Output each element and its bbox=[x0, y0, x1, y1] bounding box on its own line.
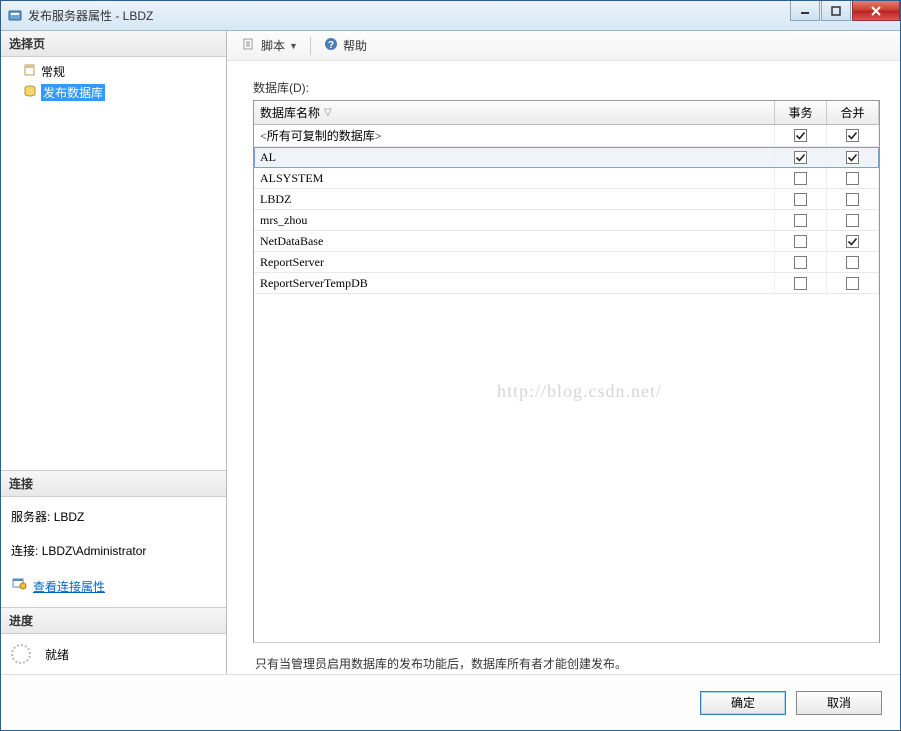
cell-merge-checkbox[interactable] bbox=[827, 231, 879, 251]
table-row[interactable]: LBDZ bbox=[254, 189, 879, 210]
databases-label: 数据库(D): bbox=[253, 79, 880, 96]
connection-value: LBDZ\Administrator bbox=[42, 544, 147, 558]
cell-name: NetDataBase bbox=[254, 231, 775, 251]
window-title: 发布服务器属性 - LBDZ bbox=[28, 7, 789, 24]
close-button[interactable] bbox=[852, 1, 900, 21]
help-button[interactable]: ? 帮助 bbox=[319, 34, 371, 57]
connection-header: 连接 bbox=[1, 471, 226, 497]
view-connection-row[interactable]: 查看连接属性 bbox=[11, 575, 216, 599]
cell-merge-checkbox[interactable] bbox=[827, 210, 879, 230]
cell-merge-checkbox[interactable] bbox=[827, 252, 879, 272]
table-row[interactable]: mrs_zhou bbox=[254, 210, 879, 231]
cell-merge-checkbox[interactable] bbox=[827, 147, 879, 167]
cell-name: AL bbox=[254, 147, 775, 167]
cell-trans-checkbox[interactable] bbox=[775, 125, 827, 146]
dialog-footer: 确定 取消 bbox=[1, 674, 900, 730]
help-label: 帮助 bbox=[343, 37, 367, 54]
cancel-button[interactable]: 取消 bbox=[796, 691, 882, 715]
grid-header: 数据库名称 ▽ 事务 合并 bbox=[254, 101, 879, 125]
page-icon bbox=[23, 63, 37, 80]
ok-button[interactable]: 确定 bbox=[700, 691, 786, 715]
cell-merge-checkbox[interactable] bbox=[827, 168, 879, 188]
page-icon bbox=[23, 84, 37, 101]
grid-body: <所有可复制的数据库>ALALSYSTEMLBDZmrs_zhouNetData… bbox=[254, 125, 879, 294]
page-tree-label: 常规 bbox=[41, 63, 65, 80]
page-tree: 常规发布数据库 bbox=[1, 57, 226, 107]
view-connection-link[interactable]: 查看连接属性 bbox=[33, 575, 105, 599]
databases-grid[interactable]: 数据库名称 ▽ 事务 合并 <所有可复制的数据库>ALALSYSTEMLBDZm… bbox=[253, 100, 880, 643]
cell-trans-checkbox[interactable] bbox=[775, 189, 827, 209]
col-name-label: 数据库名称 bbox=[260, 104, 320, 121]
cell-name: <所有可复制的数据库> bbox=[254, 125, 775, 146]
cell-name: ALSYSTEM bbox=[254, 168, 775, 188]
col-trans-header[interactable]: 事务 bbox=[775, 101, 827, 124]
dialog-body: 选择页 常规发布数据库 连接 服务器: LBDZ 连接: LBDZ\Admini… bbox=[1, 31, 900, 674]
script-button[interactable]: 脚本 ▼ bbox=[237, 34, 302, 57]
content-area: 数据库(D): 数据库名称 ▽ 事务 合并 <所有可复制的数据库>ALALSYS… bbox=[227, 61, 900, 674]
left-panel: 选择页 常规发布数据库 连接 服务器: LBDZ 连接: LBDZ\Admini… bbox=[1, 31, 227, 674]
help-icon: ? bbox=[323, 36, 339, 55]
script-icon bbox=[241, 36, 257, 55]
toolbar-separator bbox=[310, 37, 311, 55]
server-row: 服务器: LBDZ bbox=[11, 505, 216, 529]
window-buttons bbox=[789, 1, 900, 30]
hint-text: 只有当管理员启用数据库的发布功能后，数据库所有者才能创建发布。 bbox=[253, 643, 880, 674]
chevron-down-icon: ▼ bbox=[289, 41, 298, 51]
spacer bbox=[1, 107, 226, 470]
spinner-icon bbox=[11, 644, 31, 664]
col-merge-header[interactable]: 合并 bbox=[827, 101, 879, 124]
connection-label: 连接: bbox=[11, 544, 38, 558]
cell-merge-checkbox[interactable] bbox=[827, 125, 879, 146]
titlebar[interactable]: 发布服务器属性 - LBDZ bbox=[1, 1, 900, 31]
page-tree-item[interactable]: 常规 bbox=[5, 61, 222, 82]
cell-trans-checkbox[interactable] bbox=[775, 147, 827, 167]
maximize-button[interactable] bbox=[821, 1, 851, 21]
page-tree-item[interactable]: 发布数据库 bbox=[5, 82, 222, 103]
server-value: LBDZ bbox=[54, 510, 85, 524]
cell-name: ReportServerTempDB bbox=[254, 273, 775, 293]
cell-name: mrs_zhou bbox=[254, 210, 775, 230]
table-row[interactable]: ReportServer bbox=[254, 252, 879, 273]
col-name-header[interactable]: 数据库名称 ▽ bbox=[254, 101, 775, 124]
cell-name: ReportServer bbox=[254, 252, 775, 272]
cell-trans-checkbox[interactable] bbox=[775, 210, 827, 230]
table-row[interactable]: <所有可复制的数据库> bbox=[254, 125, 879, 147]
progress-row: 就绪 bbox=[1, 634, 226, 674]
select-page-header: 选择页 bbox=[1, 31, 226, 57]
progress-status: 就绪 bbox=[45, 646, 69, 663]
progress-header: 进度 bbox=[1, 608, 226, 634]
table-row[interactable]: ALSYSTEM bbox=[254, 168, 879, 189]
cell-trans-checkbox[interactable] bbox=[775, 168, 827, 188]
properties-icon bbox=[11, 575, 27, 599]
script-label: 脚本 bbox=[261, 37, 285, 54]
cell-merge-checkbox[interactable] bbox=[827, 189, 879, 209]
toolbar: 脚本 ▼ ? 帮助 bbox=[227, 31, 900, 61]
app-icon bbox=[7, 8, 23, 24]
connection-info: 服务器: LBDZ 连接: LBDZ\Administrator 查看连接属性 bbox=[1, 497, 226, 607]
server-label: 服务器: bbox=[11, 510, 50, 524]
minimize-button[interactable] bbox=[790, 1, 820, 21]
table-row[interactable]: NetDataBase bbox=[254, 231, 879, 252]
cell-trans-checkbox[interactable] bbox=[775, 252, 827, 272]
table-row[interactable]: AL bbox=[254, 147, 879, 168]
sort-desc-icon: ▽ bbox=[324, 107, 332, 118]
connection-row: 连接: LBDZ\Administrator bbox=[11, 539, 216, 563]
cell-trans-checkbox[interactable] bbox=[775, 231, 827, 251]
right-panel: 脚本 ▼ ? 帮助 数据库(D): 数据库名称 ▽ bbox=[227, 31, 900, 674]
svg-text:?: ? bbox=[328, 40, 334, 51]
dialog-window: 发布服务器属性 - LBDZ 选择页 常规发布数据库 连接 服务器: LBDZ … bbox=[0, 0, 901, 731]
cell-trans-checkbox[interactable] bbox=[775, 273, 827, 293]
cell-merge-checkbox[interactable] bbox=[827, 273, 879, 293]
cell-name: LBDZ bbox=[254, 189, 775, 209]
page-tree-label: 发布数据库 bbox=[41, 84, 105, 101]
table-row[interactable]: ReportServerTempDB bbox=[254, 273, 879, 294]
